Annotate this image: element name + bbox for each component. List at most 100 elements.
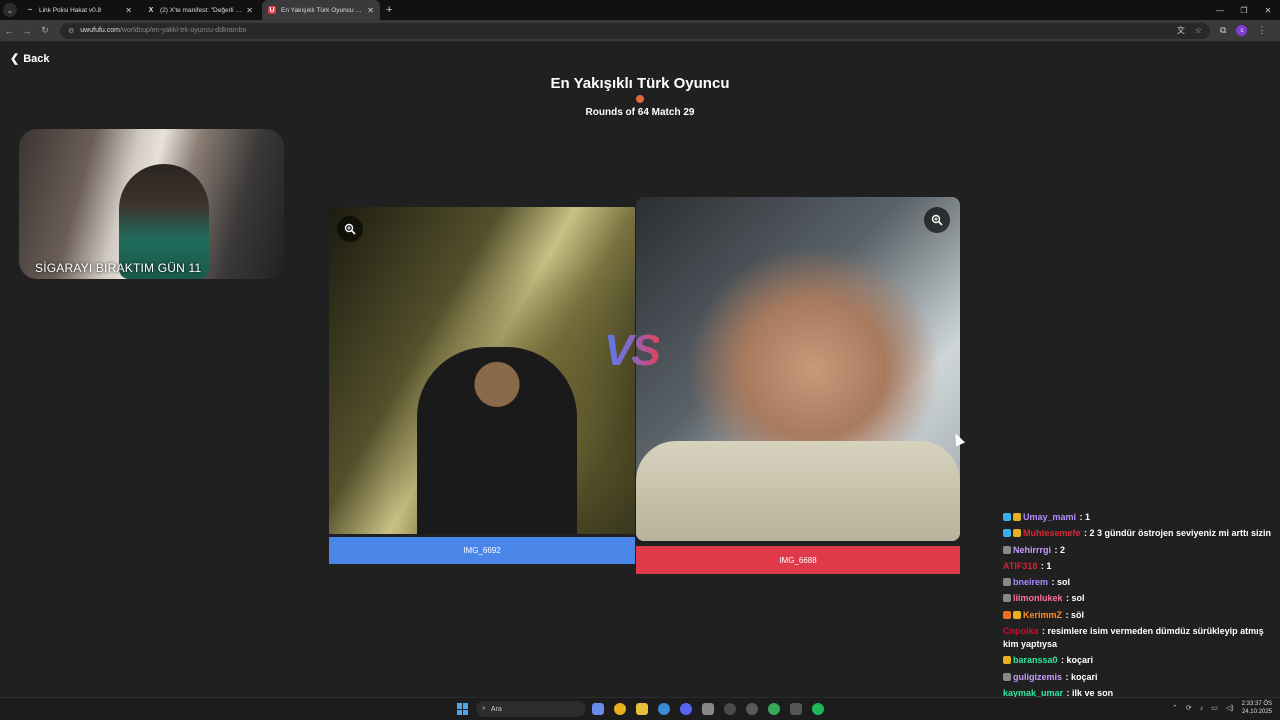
- browser-menu-icon[interactable]: ⋮: [1257, 25, 1266, 36]
- chat-username[interactable]: bneirem: [1013, 577, 1048, 587]
- tab-close-icon[interactable]: ✕: [125, 6, 132, 15]
- url-host: uwufufu.com: [80, 27, 120, 34]
- clock-date: 24.10.2025: [1241, 709, 1272, 715]
- obs-icon[interactable]: [724, 703, 736, 715]
- site-info-icon[interactable]: ⚙: [68, 27, 74, 35]
- chrome-icon[interactable]: [614, 703, 626, 715]
- chat-message: liimonlukek : sol: [1003, 592, 1273, 605]
- chat-message: Cnpolka : resimlere isim vermeden dümdüz…: [1003, 625, 1273, 651]
- chat-message: Umay_mami : 1: [1003, 511, 1273, 524]
- chat-username[interactable]: Nehirrrgi: [1013, 545, 1051, 555]
- profile-avatar[interactable]: c: [1236, 25, 1248, 36]
- chat-username[interactable]: baranssa0: [1013, 655, 1058, 665]
- left-option-button[interactable]: IMG_6692: [329, 537, 635, 564]
- chat-username[interactable]: Muhtesemefe: [1023, 528, 1081, 538]
- chat-separator: :: [1049, 577, 1058, 588]
- taskbar-search[interactable]: ⌕ Ara: [476, 701, 586, 717]
- chrome-icon[interactable]: [768, 703, 780, 715]
- forward-nav-icon[interactable]: →: [18, 26, 36, 36]
- app-icon[interactable]: [702, 703, 714, 715]
- round-info: Rounds of 64 Match 29: [585, 107, 695, 118]
- bookmark-star-icon[interactable]: ☆: [1195, 26, 1202, 35]
- chat-username[interactable]: KerimmZ: [1023, 610, 1062, 620]
- mic-icon[interactable]: ♪: [1200, 705, 1204, 712]
- chat-message: Muhtesemefe : 2 3 gündür östrojen seviye…: [1003, 527, 1273, 540]
- chat-username[interactable]: guligizemis: [1013, 672, 1062, 682]
- app-icon[interactable]: [790, 703, 802, 715]
- tab-search-menu-button[interactable]: ⌄: [3, 3, 17, 17]
- chat-text: koçari: [1071, 671, 1098, 682]
- webcam-overlay-text: SİGARAYI BIRAKTIM GÜN 11: [35, 261, 202, 275]
- browser-tab-1[interactable]: X (2) X'te manifest: "Değerli üyem ✕: [141, 0, 259, 20]
- right-option-button[interactable]: IMG_6688: [636, 546, 960, 574]
- tab-label: En Yakışıklı Türk Oyuncu | UwUf: [281, 6, 364, 14]
- new-tab-button[interactable]: +: [386, 4, 392, 16]
- tab-close-icon[interactable]: ✕: [246, 6, 253, 15]
- tab-close-icon[interactable]: ✕: [367, 6, 374, 15]
- browser-icon[interactable]: [658, 703, 670, 715]
- extensions-icon[interactable]: ⧉: [1220, 25, 1226, 36]
- chat-text: 1: [1046, 560, 1052, 571]
- chat-text: 2 3 gündür östrojen seviyeniz mi arttı s…: [1089, 528, 1272, 539]
- back-button[interactable]: ❮ Back: [10, 52, 50, 66]
- reload-icon[interactable]: ↻: [36, 25, 54, 36]
- chat-text: 1: [1085, 512, 1091, 522]
- windows-start-icon[interactable]: [457, 703, 469, 715]
- browser-tab-2[interactable]: U En Yakışıklı Türk Oyuncu | UwUf ✕: [262, 0, 380, 20]
- tab-favicon-icon: ~: [27, 6, 33, 14]
- chat-message: KerimmZ : söl: [1003, 609, 1273, 622]
- chevron-left-icon: ❮: [10, 53, 20, 65]
- chat-text: söl: [1071, 609, 1085, 620]
- chat-badge-icon: [1003, 610, 1011, 619]
- copilot-icon[interactable]: [592, 703, 604, 715]
- window-controls: — ❐ ✕: [1208, 0, 1280, 20]
- browser-tabstrip: ⌄ ~ Link Polisi Hakat v0.8 ✕ X (2) X'te …: [0, 0, 1280, 20]
- chat-badge-icon: [1003, 578, 1011, 587]
- chat-badge-icon: [1013, 610, 1021, 619]
- chat-badge-icon: [1003, 529, 1011, 538]
- chat-separator: :: [1039, 626, 1048, 637]
- chat-badge-icon: [1003, 594, 1011, 603]
- spotify-icon[interactable]: [812, 703, 824, 715]
- chat-username[interactable]: Umay_mami: [1023, 512, 1076, 522]
- page-title: En Yakışıklı Türk Oyuncu: [550, 75, 730, 92]
- taskbar-clock[interactable]: 2:33:37 ÖS 24.10.2025: [1242, 700, 1272, 716]
- address-bar[interactable]: ⚙ uwufufu.com/worldcup/en-yakkl-trk-oyun…: [60, 22, 1210, 39]
- tray-chevron-icon[interactable]: ⌃: [1172, 704, 1178, 712]
- chat-separator: :: [1063, 609, 1072, 620]
- right-option-image[interactable]: [636, 197, 960, 541]
- zoom-in-icon[interactable]: [337, 216, 363, 242]
- browser-tab-0[interactable]: ~ Link Polisi Hakat v0.8 ✕: [20, 0, 138, 20]
- chat-username[interactable]: Cnpolka: [1003, 626, 1039, 636]
- network-icon[interactable]: ▭: [1211, 704, 1218, 712]
- close-window-icon[interactable]: ✕: [1256, 0, 1280, 20]
- stream-chat: Umay_mami : 1 Muhtesemefe : 2 3 gündür ös…: [1003, 511, 1273, 703]
- streamer-webcam: SİGARAYI BIRAKTIM GÜN 11: [19, 129, 284, 279]
- chat-text: sol: [1071, 593, 1085, 604]
- tab-favicon-icon: X: [148, 6, 154, 14]
- zoom-in-icon[interactable]: [924, 207, 950, 233]
- restore-icon[interactable]: ❐: [1232, 0, 1256, 20]
- chat-message: Nehirrrgi : 2: [1003, 544, 1273, 557]
- back-nav-icon[interactable]: ←: [0, 26, 18, 36]
- chat-separator: :: [1081, 528, 1090, 539]
- search-placeholder: Ara: [490, 705, 502, 713]
- chat-separator: :: [1063, 671, 1072, 682]
- chat-username[interactable]: ATIF318: [1003, 561, 1037, 571]
- browser-toolbar: ← → ↻ ⚙ uwufufu.com/worldcup/en-yakkl-tr…: [0, 20, 1280, 42]
- chat-separator: :: [1063, 593, 1072, 604]
- sync-icon[interactable]: ⟳: [1186, 704, 1192, 712]
- left-option-image[interactable]: [329, 207, 635, 534]
- file-explorer-icon[interactable]: [636, 703, 648, 715]
- obs-icon[interactable]: [746, 703, 758, 715]
- chat-username[interactable]: liimonlukek: [1013, 593, 1063, 603]
- chat-badge-icon: [1013, 529, 1021, 538]
- clock-time: 2:33:37 ÖS: [1241, 701, 1272, 707]
- translate-icon[interactable]: 文: [1177, 25, 1185, 36]
- chat-badge-icon: [1003, 656, 1011, 665]
- tab-label: (2) X'te manifest: "Değerli üyem: [160, 6, 243, 14]
- discord-icon[interactable]: [680, 703, 692, 715]
- volume-icon[interactable]: ◁): [1226, 704, 1234, 712]
- system-tray: ⌃ ⟳ ♪ ▭ ◁) 2:33:37 ÖS 24.10.2025: [1172, 700, 1272, 716]
- minimize-icon[interactable]: —: [1208, 0, 1232, 20]
